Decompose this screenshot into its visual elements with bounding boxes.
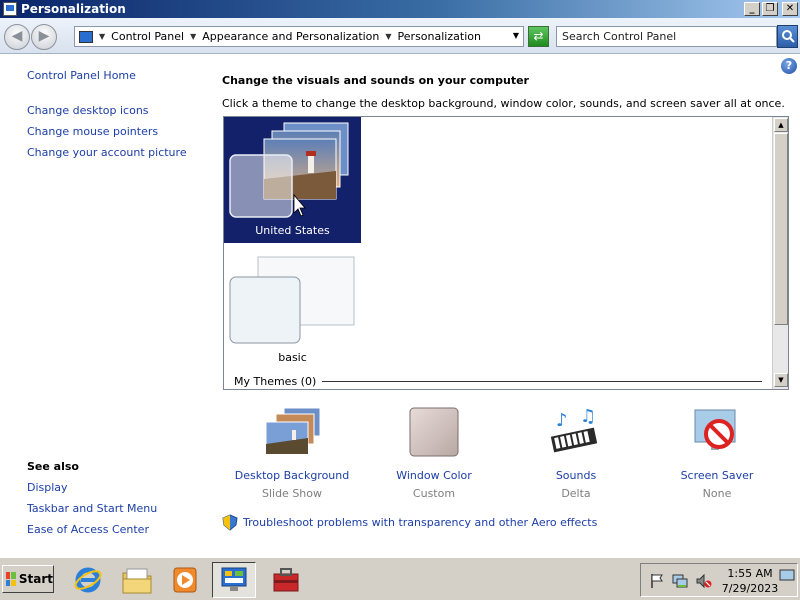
clock[interactable]: 1:55 AM 7/29/2023 <box>719 566 781 596</box>
window-color-icon <box>409 407 459 457</box>
search-icon <box>782 30 795 43</box>
tile-value: Slide Show <box>261 487 323 500</box>
control-panel-icon <box>79 30 93 43</box>
title-bar[interactable]: Personalization _ ❐ ✕ <box>0 0 800 18</box>
control-panel-home-link[interactable]: Control Panel Home <box>27 69 136 82</box>
forward-button[interactable]: ▶ <box>31 24 57 50</box>
volume-muted-icon[interactable] <box>696 573 712 589</box>
taskbar-media-player[interactable] <box>163 562 207 598</box>
window-color-tile[interactable]: Window Color Custom <box>364 406 504 500</box>
theme-item-basic[interactable]: basic <box>224 251 361 377</box>
taskbar-start-menu-link[interactable]: Taskbar and Start Menu <box>27 502 157 515</box>
minimize-button[interactable]: _ <box>744 2 760 16</box>
scroll-up-button[interactable]: ▲ <box>774 118 788 132</box>
clock-time: 1:55 AM <box>727 567 773 580</box>
my-themes-label: My Themes (0) <box>234 375 317 388</box>
tile-value: Delta <box>561 487 591 500</box>
breadcrumb-appearance[interactable]: Appearance and Personalization <box>202 30 379 43</box>
theme-preview-icon <box>229 122 349 218</box>
help-icon[interactable]: ? <box>781 58 797 74</box>
window-controls: _ ❐ ✕ <box>744 2 798 16</box>
network-icon[interactable] <box>672 573 688 589</box>
chevron-down-icon[interactable]: ▼ <box>99 32 105 41</box>
taskbar-control-panel[interactable] <box>212 562 256 598</box>
flag-icon[interactable] <box>649 573 665 589</box>
taskbar-internet-explorer[interactable] <box>66 562 110 598</box>
page-title: Change the visuals and sounds on your co… <box>222 74 529 87</box>
address-dropdown-icon[interactable]: ▼ <box>513 31 519 40</box>
toolbox-icon <box>273 568 299 592</box>
see-also-heading: See also <box>27 460 79 473</box>
tile-name[interactable]: Screen Saver <box>647 469 787 482</box>
change-mouse-pointers-link[interactable]: Change mouse pointers <box>27 125 158 138</box>
change-account-picture-link[interactable]: Change your account picture <box>27 146 187 159</box>
troubleshoot-text[interactable]: Troubleshoot problems with transparency … <box>243 516 597 529</box>
tile-name[interactable]: Window Color <box>364 469 504 482</box>
theme-preview-icon <box>229 256 355 344</box>
restore-button[interactable]: ❐ <box>762 2 778 16</box>
page-description: Click a theme to change the desktop back… <box>222 97 785 110</box>
window-title: Personalization <box>21 2 126 16</box>
media-player-icon <box>173 567 197 593</box>
display-link[interactable]: Display <box>27 481 68 494</box>
svg-text:♪: ♪ <box>556 410 568 431</box>
landscape-icon <box>265 407 321 455</box>
breadcrumb[interactable]: ▼ Control Panel ▼ Appearance and Persona… <box>74 26 524 47</box>
back-button[interactable]: ◀ <box>4 24 30 50</box>
shield-icon <box>222 514 238 531</box>
show-desktop-icon[interactable] <box>779 567 795 583</box>
tile-name[interactable]: Desktop Background <box>222 469 362 482</box>
ease-of-access-link[interactable]: Ease of Access Center <box>27 523 149 536</box>
tile-value: None <box>702 487 732 500</box>
search-input[interactable]: Search Control Panel <box>556 26 777 47</box>
desktop-background-tile[interactable]: Desktop Background Slide Show <box>222 406 362 500</box>
search-button[interactable] <box>777 25 798 48</box>
sounds-icon: ♪ ♫ <box>550 406 598 453</box>
taskbar-windows-explorer[interactable] <box>115 562 159 598</box>
scroll-down-button[interactable]: ▼ <box>774 373 788 387</box>
change-desktop-icons-link[interactable]: Change desktop icons <box>27 104 149 117</box>
tile-value: Custom <box>412 487 456 500</box>
scroll-thumb[interactable] <box>774 133 788 325</box>
refresh-button[interactable]: ⇄ <box>528 26 549 47</box>
my-themes-group: My Themes (0) <box>234 375 762 388</box>
internet-explorer-icon <box>74 567 102 593</box>
close-button[interactable]: ✕ <box>782 2 798 16</box>
taskbar-toolbox[interactable] <box>264 562 308 598</box>
divider <box>322 381 762 382</box>
system-tray: 1:55 AM 7/29/2023 <box>640 563 798 597</box>
theme-list: United States basic My Themes (0) ▲ ▼ <box>223 116 789 390</box>
clock-date: 7/29/2023 <box>721 582 779 595</box>
theme-name: basic <box>278 351 307 364</box>
theme-item-united-states[interactable]: United States <box>224 117 361 243</box>
windows-logo-icon <box>6 572 16 586</box>
folder-icon <box>122 568 152 594</box>
troubleshoot-link[interactable]: Troubleshoot problems with transparency … <box>222 514 597 531</box>
svg-text:♫: ♫ <box>580 406 596 427</box>
theme-name: United States <box>255 224 330 237</box>
start-button[interactable]: Start <box>2 565 54 593</box>
start-label: Start <box>18 572 53 586</box>
address-bar: ◀ ▶ ▼ Control Panel ▼ Appearance and Per… <box>0 18 800 54</box>
breadcrumb-personalization[interactable]: Personalization <box>398 30 481 43</box>
sounds-tile[interactable]: ♪ ♫ Sounds Delta <box>506 406 646 500</box>
screen-saver-tile[interactable]: Screen Saver None <box>647 406 787 500</box>
breadcrumb-control-panel[interactable]: Control Panel <box>111 30 184 43</box>
theme-list-scrollbar[interactable]: ▲ ▼ <box>772 117 788 389</box>
tile-name[interactable]: Sounds <box>506 469 646 482</box>
chevron-down-icon[interactable]: ▼ <box>190 32 196 41</box>
screen-saver-icon <box>694 409 736 450</box>
taskbar: Start 1:55 AM 7/29/2023 <box>0 557 800 600</box>
control-panel-icon <box>3 2 17 16</box>
control-panel-icon <box>221 567 247 591</box>
chevron-down-icon[interactable]: ▼ <box>385 32 391 41</box>
